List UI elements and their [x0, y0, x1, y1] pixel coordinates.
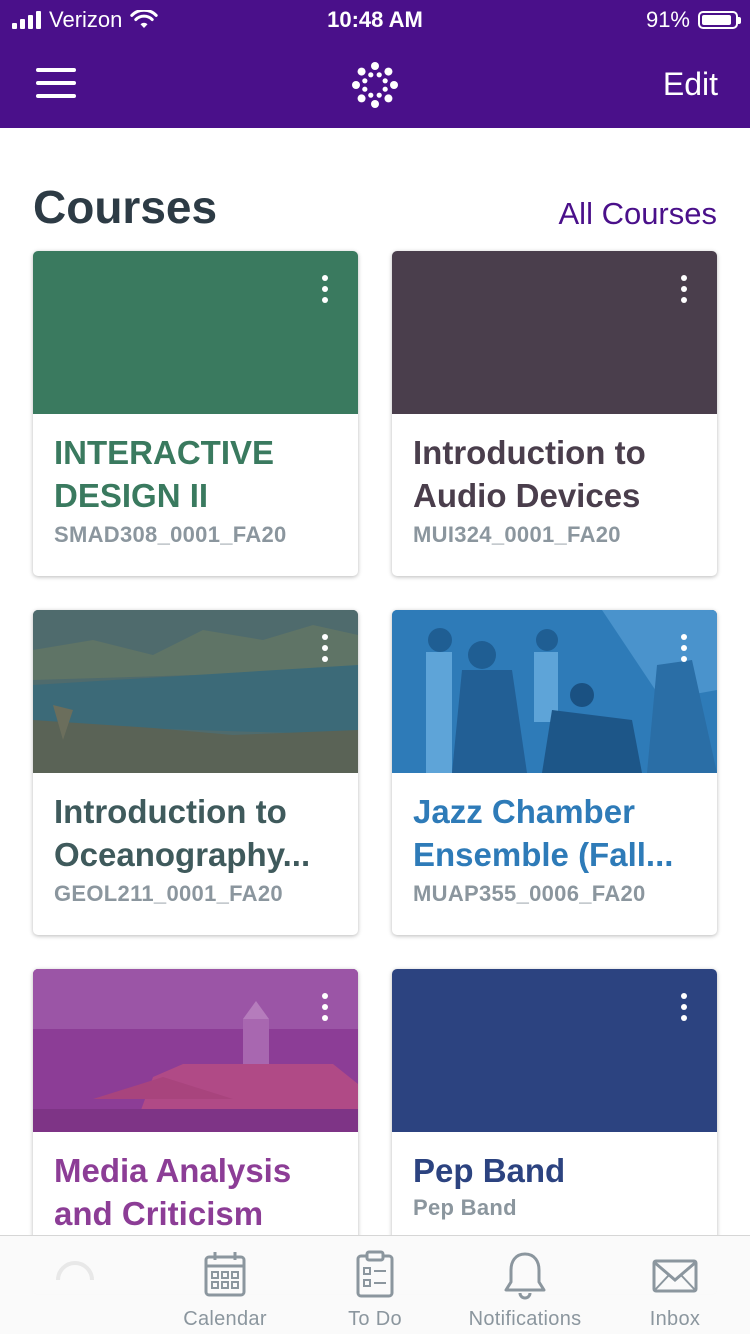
more-options-icon[interactable] [673, 273, 695, 305]
status-right: 91% [645, 7, 741, 33]
tab-calendar[interactable]: Calendar [150, 1236, 300, 1335]
course-code: Pep Band [413, 1195, 517, 1220]
course-title: Introduction to Audio Devices [413, 434, 646, 514]
course-title: Pep Band [413, 1152, 566, 1189]
edit-button[interactable]: Edit [663, 66, 718, 103]
tab-notifications[interactable]: Notifications [450, 1236, 600, 1335]
course-code: GEOL211_0001_FA20 [54, 881, 283, 906]
course-code: MUI324_0001_FA20 [413, 522, 621, 547]
tab-label: Calendar [183, 1308, 267, 1330]
hamburger-menu-icon[interactable] [36, 68, 76, 98]
tab-label: To Do [348, 1308, 402, 1330]
course-card[interactable]: Introduction to Audio Devices MUI324_0001… [392, 251, 717, 576]
course-card-banner [33, 969, 358, 1132]
tab-todo[interactable]: To Do [300, 1236, 450, 1335]
course-title: Media Analysis and Criticism [54, 1152, 292, 1232]
page-title: Courses [33, 181, 218, 233]
calendar-icon [204, 1252, 246, 1297]
more-options-icon[interactable] [314, 991, 336, 1023]
nav-bar: Edit [0, 40, 750, 128]
tab-label: Inbox [649, 1308, 701, 1330]
course-card-banner [33, 610, 358, 773]
course-card-banner [392, 251, 717, 414]
battery-percent: 91% [645, 7, 690, 32]
course-banner-image [33, 610, 358, 773]
course-title: INTERACTIVE DESIGN II [54, 434, 275, 514]
status-bar: Verizon 10:48 AM 91% [0, 0, 750, 40]
course-code: MUAP355_0006_FA20 [413, 881, 646, 906]
course-card-banner [33, 251, 358, 414]
status-time: 10:48 AM [327, 7, 423, 32]
tab-label: Notifications [468, 1308, 582, 1330]
tab-dashboard[interactable] [0, 1236, 150, 1335]
tab-bar: Calendar To Do Notifications Inbox [0, 1235, 750, 1334]
more-options-icon[interactable] [673, 991, 695, 1023]
course-title: Jazz Chamber Ensemble (Fall... [413, 793, 674, 873]
course-banner-image [33, 969, 358, 1132]
tab-inbox[interactable]: Inbox [600, 1236, 750, 1335]
canvas-logo-icon [352, 62, 398, 108]
more-options-icon[interactable] [314, 273, 336, 305]
more-options-icon[interactable] [314, 632, 336, 664]
course-title: Introduction to Oceanography... [54, 793, 311, 873]
battery-icon [698, 11, 741, 29]
todo-clipboard-icon [356, 1250, 394, 1298]
course-card[interactable]: Jazz Chamber Ensemble (Fall... MUAP355_00… [392, 610, 717, 935]
bell-icon [504, 1252, 546, 1300]
course-banner-image [392, 610, 717, 773]
course-card-banner [392, 610, 717, 773]
course-code: SMAD308_0001_FA20 [54, 522, 287, 547]
top-bar: Verizon 10:48 AM 91% Edit [0, 0, 750, 128]
course-card-banner [392, 969, 717, 1132]
more-options-icon[interactable] [673, 632, 695, 664]
course-card[interactable]: INTERACTIVE DESIGN II SMAD308_0001_FA20 [33, 251, 358, 576]
course-card[interactable]: Introduction to Oceanography... GEOL211_0… [33, 610, 358, 935]
envelope-icon [652, 1259, 698, 1293]
dashboard-icon [56, 1261, 94, 1281]
all-courses-link[interactable]: All Courses [559, 196, 718, 232]
